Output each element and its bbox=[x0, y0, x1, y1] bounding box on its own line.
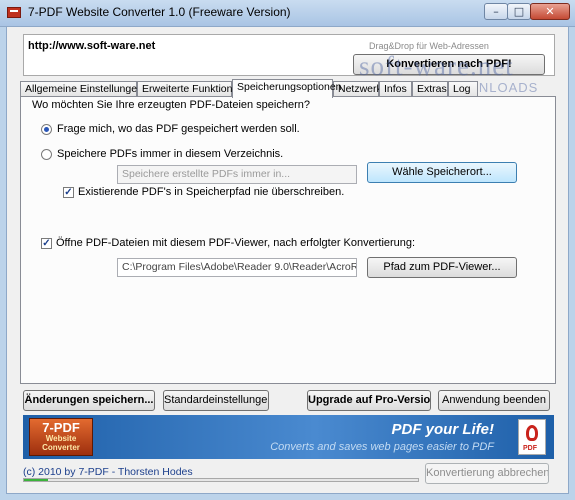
save-options-panel: Wo möchten Sie Ihre erzeugten PDF-Dateie… bbox=[20, 96, 556, 384]
upgrade-button[interactable]: Upgrade auf Pro-Version bbox=[307, 390, 431, 411]
defaults-button[interactable]: Standardeinstellungen... bbox=[163, 390, 269, 411]
save-changes-button[interactable]: Änderungen speichern... bbox=[23, 390, 155, 411]
app-icon bbox=[7, 7, 21, 18]
cancel-conversion-button[interactable]: Konvertierung abbrechen! bbox=[425, 463, 549, 484]
logo-line-converter: Converter bbox=[42, 443, 80, 452]
url-text: http://www.soft-ware.net bbox=[28, 40, 156, 52]
progress-fill bbox=[24, 479, 48, 481]
tab-save-options[interactable]: Speicherungsoptionen bbox=[232, 79, 342, 98]
product-logo: 7-PDF Website Converter bbox=[29, 418, 93, 456]
viewer-path-button[interactable]: Pfad zum PDF-Viewer... bbox=[367, 257, 517, 278]
conversion-progress-bar bbox=[23, 478, 419, 482]
close-button[interactable]: ✕ bbox=[530, 3, 570, 20]
save-location-question: Wo möchten Sie Ihre erzeugten PDF-Dateie… bbox=[32, 99, 310, 111]
logo-title: 7-PDF bbox=[42, 420, 80, 435]
tab-general[interactable]: Allgemeine Einstellungen bbox=[20, 81, 143, 97]
choose-location-button[interactable]: Wähle Speicherort... bbox=[367, 162, 517, 183]
tab-advanced[interactable]: Erweiterte Funktionen bbox=[137, 81, 244, 97]
drop-hint: Drag&Drop für Web-Adressen bbox=[369, 41, 489, 51]
main-window: http://www.soft-ware.net Drag&Drop für W… bbox=[6, 26, 569, 494]
open-viewer-label: Öffne PDF-Dateien mit diesem PDF-Viewer,… bbox=[56, 237, 416, 249]
maximize-button[interactable]: □ bbox=[507, 3, 531, 20]
tab-extras[interactable]: Extras bbox=[412, 81, 448, 97]
radio-fixed-directory-label: Speichere PDFs immer in diesem Verzeichn… bbox=[57, 148, 284, 160]
banner-slogan: PDF your Life! bbox=[391, 421, 494, 438]
copyright-link[interactable]: (c) 2010 by 7-PDF - Thorsten Hodes bbox=[23, 466, 193, 478]
exit-button[interactable]: Anwendung beenden bbox=[438, 390, 550, 411]
banner-tagline: Converts and saves web pages easier to P… bbox=[270, 441, 494, 453]
logo-line-website: Website bbox=[45, 434, 77, 443]
title-bar: 7-PDF Website Converter 1.0 (Freeware Ve… bbox=[0, 0, 575, 27]
watermark-brand: soft-ware.net bbox=[359, 51, 514, 81]
minimize-button[interactable]: – bbox=[484, 3, 508, 20]
radio-fixed-directory[interactable] bbox=[41, 149, 52, 160]
pdf-icon: PDF bbox=[518, 419, 546, 455]
pdf-icon-label: PDF bbox=[523, 445, 537, 452]
viewer-path-field[interactable]: C:\Program Files\Adobe\Reader 9.0\Reader… bbox=[117, 258, 357, 277]
radio-ask-location[interactable] bbox=[41, 124, 52, 135]
no-overwrite-label: Existierende PDF's in Speicherpfad nie ü… bbox=[78, 186, 345, 198]
tab-infos[interactable]: Infos bbox=[379, 81, 412, 97]
radio-ask-location-label: Frage mich, wo das PDF gespeichert werde… bbox=[57, 123, 300, 135]
promo-banner[interactable]: 7-PDF Website Converter PDF your Life! C… bbox=[23, 415, 554, 459]
no-overwrite-checkbox[interactable]: ✓ bbox=[63, 187, 74, 198]
save-directory-field[interactable]: Speichere erstellte PDFs immer in... bbox=[117, 165, 357, 184]
open-viewer-checkbox[interactable]: ✓ bbox=[41, 238, 52, 249]
window-title: 7-PDF Website Converter 1.0 (Freeware Ve… bbox=[28, 5, 291, 19]
tab-log[interactable]: Log bbox=[448, 81, 478, 97]
